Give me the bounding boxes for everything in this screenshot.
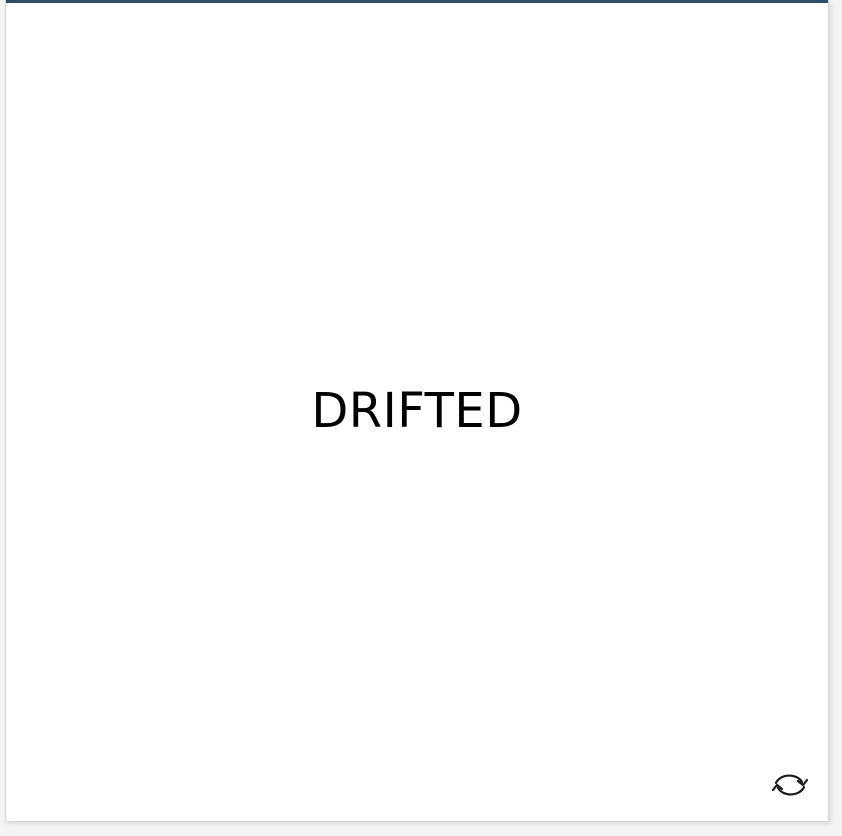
- refresh-button[interactable]: [770, 767, 810, 803]
- card-accent-bar: [6, 0, 828, 3]
- status-label: DRIFTED: [311, 383, 523, 439]
- status-card: DRIFTED: [5, 0, 829, 822]
- refresh-icon: [771, 774, 809, 796]
